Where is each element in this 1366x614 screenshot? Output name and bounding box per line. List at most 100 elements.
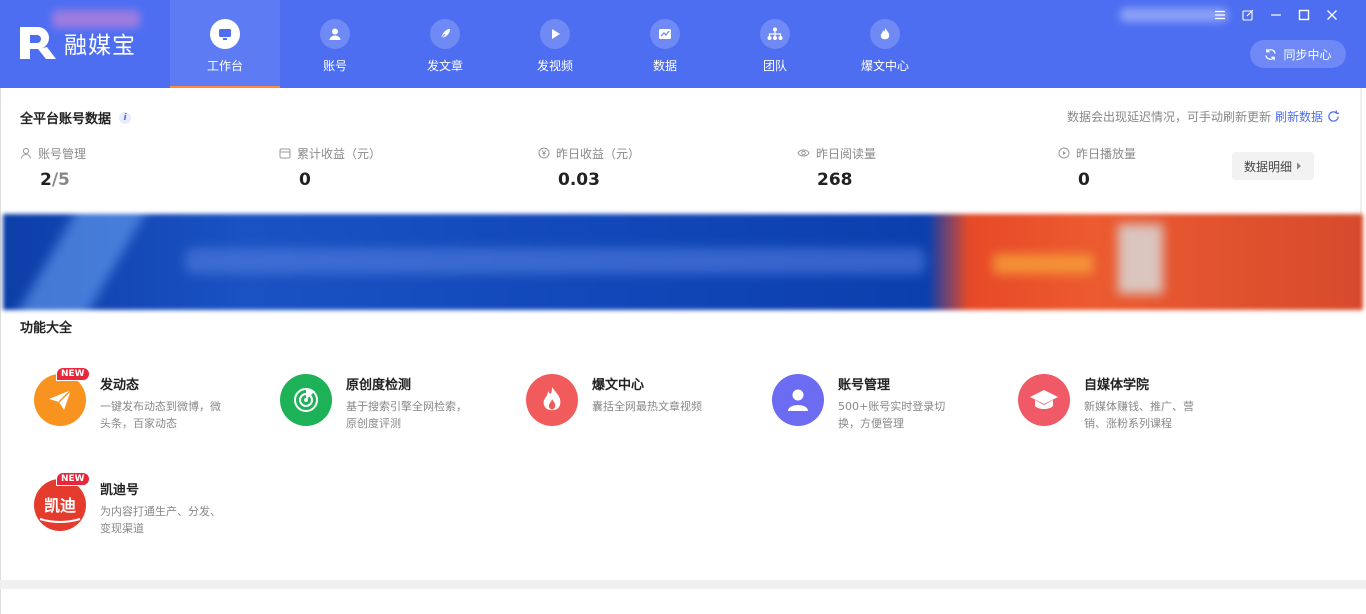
feature-desc: 一键发布动态到微博，微头条，百家动态 <box>100 400 221 430</box>
blurred-username <box>52 10 140 28</box>
stat-value: 0 <box>1078 170 1090 190</box>
eye-icon <box>797 149 810 157</box>
feature-desc: 新媒体赚钱、推广、营销、涨粉系列课程 <box>1084 400 1194 430</box>
banner-decoration <box>1118 224 1163 294</box>
menu-icon[interactable] <box>1206 6 1234 24</box>
stat-label: 累计收益（元） <box>297 146 382 161</box>
stat-account-management[interactable]: 账号管理 2/5 <box>20 145 260 190</box>
play-outline-icon <box>1058 147 1070 159</box>
feature-name: 发动态 <box>100 378 140 393</box>
stat-yesterday-reads: 昨日阅读量 268 <box>797 145 1037 190</box>
delay-notice: 数据会出现延迟情况，可手动刷新更新 刷新数据 <box>1067 108 1340 125</box>
features-title: 功能大全 <box>20 321 73 336</box>
detail-label: 数据明细 <box>1243 159 1292 174</box>
sync-icon <box>1265 48 1277 60</box>
nav-item-data[interactable]: 数据 <box>610 0 720 88</box>
team-icon <box>760 19 790 49</box>
paper-plane-icon <box>34 374 86 426</box>
new-badge: NEW <box>56 367 90 381</box>
stat-total-income: 累计收益（元） 0 <box>279 145 519 190</box>
window-controls <box>1206 6 1346 24</box>
stat-value: 2 <box>40 170 52 190</box>
feature-name: 爆文中心 <box>592 378 645 393</box>
banner-decoration <box>5 214 151 310</box>
feather-icon <box>430 19 460 49</box>
stat-value: 0 <box>299 170 311 190</box>
user-outline-icon <box>21 147 31 159</box>
feature-desc: 为内容打通生产、分发、变现渠道 <box>100 505 221 535</box>
nav-label: 发文章 <box>426 59 463 73</box>
refresh-icon[interactable] <box>1327 110 1340 123</box>
feature-desc: 囊括全网最热文章视频 <box>592 400 702 413</box>
nav-label: 账号 <box>322 59 347 73</box>
app-logo[interactable]: 融媒宝 <box>18 22 136 64</box>
maximize-icon[interactable] <box>1290 6 1318 24</box>
svg-text:凯迪: 凯迪 <box>44 496 76 515</box>
notice-text: 数据会出现延迟情况，可手动刷新更新 <box>1066 110 1271 124</box>
logo-mark-icon <box>18 23 56 63</box>
feature-name: 原创度检测 <box>346 378 412 393</box>
nav-label: 工作台 <box>206 59 243 73</box>
nav-item-team[interactable]: 团队 <box>720 0 830 88</box>
play-icon <box>540 19 570 49</box>
info-icon[interactable]: i <box>119 111 132 124</box>
section-title: 全平台账号数据 <box>20 112 112 127</box>
window-border <box>0 88 1 614</box>
fire-icon <box>870 19 900 49</box>
new-badge: NEW <box>56 472 90 486</box>
stat-label: 昨日阅读量 <box>816 146 877 161</box>
stat-value: 0.03 <box>558 170 600 190</box>
feature-hot-articles[interactable]: 爆文中心 囊括全网最热文章视频 <box>512 368 742 438</box>
account-data-header: 全平台账号数据 i <box>20 108 132 127</box>
promo-banner[interactable] <box>3 214 1363 310</box>
feature-name: 自媒体学院 <box>1084 378 1150 393</box>
nav-label: 爆文中心 <box>860 59 909 73</box>
caret-right-icon <box>1297 162 1301 170</box>
stat-label: 昨日播放量 <box>1076 146 1137 161</box>
radar-icon <box>280 374 332 426</box>
feature-name: 账号管理 <box>838 378 891 393</box>
feature-kaidi[interactable]: 凯迪 NEW 凯迪号 为内容打通生产、分发、变现渠道 <box>20 472 250 543</box>
main-nav: 工作台 账号 发文章 发视频 数据 团队 爆文中心 <box>170 0 940 88</box>
monitor-icon <box>210 19 240 49</box>
graduation-cap-icon <box>1018 374 1070 426</box>
nav-label: 数据 <box>652 59 677 73</box>
feature-media-academy[interactable]: 自媒体学院 新媒体赚钱、推广、营销、涨粉系列课程 <box>1004 368 1234 438</box>
stat-label: 账号管理 <box>38 146 87 161</box>
divider <box>1360 88 1362 214</box>
app-name: 融媒宝 <box>64 33 136 59</box>
nav-item-post-article[interactable]: 发文章 <box>390 0 500 88</box>
feature-account-management[interactable]: 账号管理 500+账号实时登录切换，方便管理 <box>758 368 988 438</box>
stat-label: 昨日收益（元） <box>556 146 641 161</box>
stat-value: 268 <box>817 170 853 190</box>
nav-item-workbench[interactable]: 工作台 <box>170 0 280 88</box>
feature-post-dynamic[interactable]: NEW 发动态 一键发布动态到微博，微头条，百家动态 <box>20 367 250 438</box>
feature-originality-check[interactable]: 原创度检测 基于搜索引擎全网检索，原创度评测 <box>266 368 496 438</box>
minimize-icon[interactable] <box>1262 6 1290 24</box>
stat-yesterday-income: 昨日收益（元） 0.03 <box>538 145 778 190</box>
nav-item-account[interactable]: 账号 <box>280 0 390 88</box>
wallet-icon <box>279 148 291 159</box>
nav-item-hot-articles[interactable]: 爆文中心 <box>830 0 940 88</box>
user-icon <box>772 374 824 426</box>
stat-total: /5 <box>51 170 70 190</box>
top-bar: 融媒宝 工作台 账号 发文章 发视频 数据 团队 爆文中心 同步中心 <box>0 0 1366 88</box>
edit-icon[interactable] <box>1234 6 1262 24</box>
refresh-data-link[interactable]: 刷新数据 <box>1275 108 1323 125</box>
nav-label: 发视频 <box>536 59 573 73</box>
close-icon[interactable] <box>1318 6 1346 24</box>
yen-icon <box>538 147 550 159</box>
section-divider <box>0 580 1366 589</box>
banner-blurred-text <box>185 248 925 274</box>
banner-blurred-cta <box>993 254 1093 274</box>
user-icon <box>320 19 350 49</box>
chart-icon <box>650 19 680 49</box>
feature-desc: 500+账号实时登录切换，方便管理 <box>838 400 946 430</box>
fire-icon <box>526 374 578 426</box>
feature-desc: 基于搜索引擎全网检索，原创度评测 <box>346 400 467 430</box>
sync-label: 同步中心 <box>1283 47 1332 62</box>
nav-item-post-video[interactable]: 发视频 <box>500 0 610 88</box>
sync-center-button[interactable]: 同步中心 <box>1250 40 1346 68</box>
kaidi-logo-icon: 凯迪 <box>34 479 86 531</box>
data-detail-button[interactable]: 数据明细 <box>1232 152 1314 180</box>
